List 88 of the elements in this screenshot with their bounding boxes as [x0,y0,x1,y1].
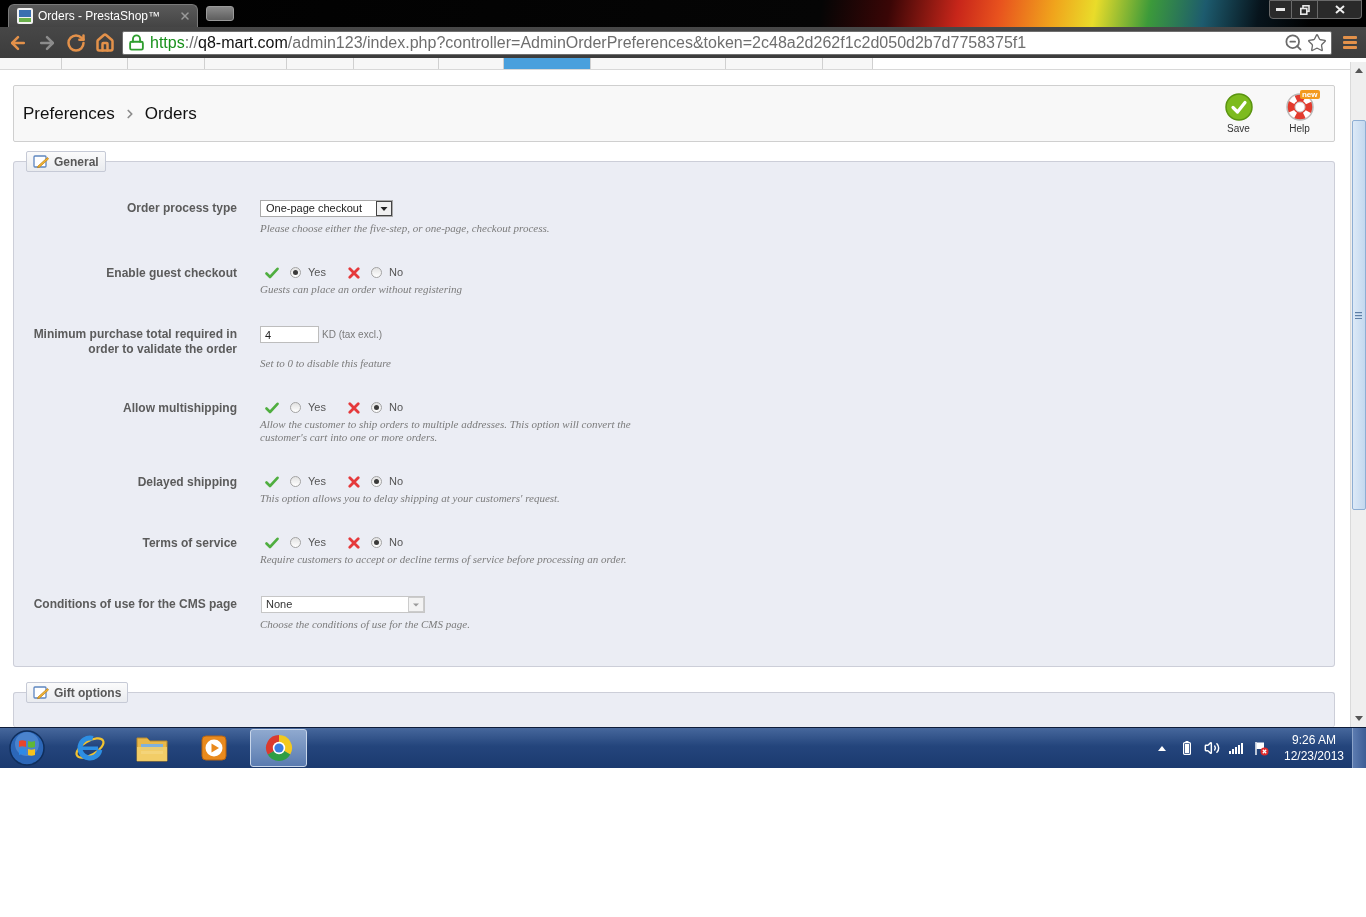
section-title: Gift options [54,684,122,702]
battery-icon[interactable] [1183,741,1191,755]
clock-time: 9:26 AM [1292,732,1336,748]
field-label: Minimum purchase total required in order to validate the order [32,326,237,357]
menu-icon[interactable] [1343,35,1357,50]
notepad-pencil-icon [33,685,49,700]
flag-icon[interactable] [1254,740,1269,756]
check-icon [265,475,279,488]
close-icon [1334,5,1345,14]
caret-up-icon[interactable] [1158,745,1166,751]
check-icon [265,266,279,279]
close-icon[interactable] [179,10,191,22]
grip-icon [1355,311,1362,319]
notepad-pencil-icon [33,154,49,169]
field-label: Allow multishipping [122,400,237,416]
option-label[interactable]: No [388,476,403,487]
option-label[interactable]: Yes [308,402,326,413]
tricolor-circle-icon [263,733,294,763]
browser-tab[interactable]: Orders - PrestaShop™ [8,4,198,27]
field-label: Conditions of use for the CMS page [32,596,237,612]
star-icon[interactable] [1307,32,1327,53]
caret-down-icon[interactable] [1354,716,1363,721]
close-button[interactable] [1318,0,1362,19]
check-icon [265,536,279,549]
new-badge: new [1299,90,1320,99]
reload-icon[interactable] [65,32,86,53]
start-orb-icon[interactable] [9,730,45,766]
radio-button[interactable] [370,267,382,278]
minimize-button[interactable] [1269,0,1292,19]
field-hint: Guests can place an order without registering [260,283,464,296]
select-dropdown[interactable]: None [261,596,425,613]
speaker-icon[interactable] [1204,740,1220,756]
cross-icon [347,266,360,279]
option-label[interactable]: No [388,267,403,278]
minimize-icon [1276,8,1285,11]
field-hint: Require customers to accept or decline terms of service before processing an order. [260,553,628,566]
option-label[interactable]: No [388,402,403,413]
url-text: https://q8-mart.com/admin123/index.php?controller=AdminOrderPreferences&token=2c48a2d262f1c2d050d2b7d7758375f1 [150,34,1027,51]
breadcrumb-item: Preferences [23,102,115,125]
cross-icon [347,401,360,414]
site-favicon-icon [17,8,33,24]
radio-button[interactable] [370,537,382,548]
option-label[interactable]: Yes [308,476,326,487]
radio-button[interactable] [370,476,382,487]
help-button[interactable]: new Help [1273,93,1326,134]
radio-button[interactable] [290,402,301,413]
check-circle-icon [1224,93,1253,121]
restore-icon [1299,4,1310,15]
lock-icon [128,34,145,51]
play-icon [199,734,228,762]
field-hint: This option allows you to delay shipping at your customers' request. [260,492,561,505]
clock-date: 12/23/2013 [1283,748,1345,764]
show-desktop-button[interactable] [1352,728,1366,768]
cross-icon [347,536,360,549]
caret-down-icon [408,597,424,612]
scrollbar-thumb[interactable] [1351,120,1366,510]
section-title: General [54,153,99,171]
breadcrumb-item: Orders [144,102,197,125]
field-label: Delayed shipping [136,474,237,490]
option-label[interactable]: No [388,537,403,548]
zoom-out-icon[interactable] [1284,33,1303,52]
field-label: Order process type [125,200,237,216]
check-icon [265,401,279,414]
vertical-scrollbar[interactable] [1350,62,1366,727]
save-button[interactable]: Save [1212,93,1265,134]
home-icon[interactable] [94,32,115,53]
signal-bars-icon[interactable] [1229,742,1243,754]
caret-down-icon [376,201,392,216]
radio-button[interactable] [370,402,382,413]
field-hint: Set to 0 to disable this feature [260,357,392,370]
field-hint: Choose the conditions of use for the CMS page. [260,618,471,631]
select-dropdown[interactable]: One-page checkout [260,200,393,217]
radio-button[interactable] [290,537,301,548]
option-label[interactable]: Yes [308,267,326,278]
cross-icon [347,475,360,488]
currency-suffix: KD (tax excl.) [322,328,382,342]
radio-button[interactable] [290,267,301,278]
address-bar[interactable]: https://q8-mart.com/admin123/index.php?controller=AdminOrderPreferences&token=2c48a2d262f1c2d050d2b7d7758375f1 [122,30,1332,55]
field-label: Terms of service [141,535,237,551]
radio-button[interactable] [290,476,301,487]
amount-field[interactable]: 4 [260,326,319,343]
option-label[interactable]: Yes [308,537,326,548]
field-label: Enable guest checkout [105,265,237,281]
field-hint: Please choose either the five-step, or one-page, checkout process. [260,222,551,235]
restore-button[interactable] [1292,0,1318,19]
caret-up-icon[interactable] [1354,68,1363,73]
new-tab-button[interactable] [206,6,234,21]
field-hint: Allow the customer to ship orders to multiple addresses. This option will convert the customer's cart into one or more orders. [260,418,632,444]
